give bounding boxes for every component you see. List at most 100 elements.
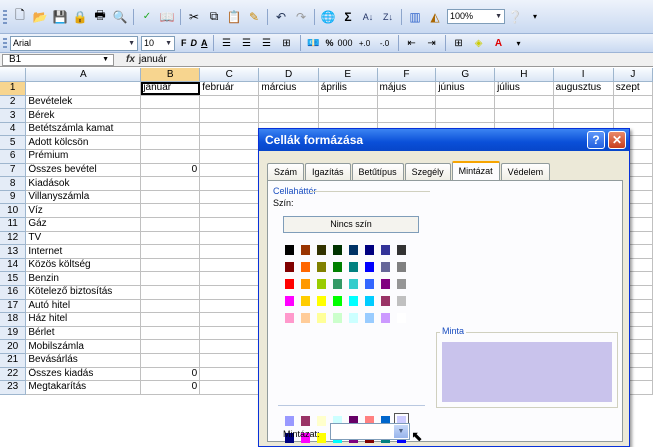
column-header[interactable]: C [199,68,260,83]
cell[interactable]: Benzin [25,271,142,286]
drawing-icon[interactable]: ◭ [426,8,444,26]
cell[interactable]: Mobilszámla [25,339,142,354]
column-header[interactable]: E [318,68,378,83]
row-header[interactable]: 15 [0,271,27,286]
dialog-title-bar[interactable]: Cellák formázása ? ✕ [259,129,629,151]
decrease-decimal-icon[interactable]: -.0 [376,34,394,52]
row-header[interactable]: 2 [0,95,27,110]
column-header[interactable]: H [494,68,554,83]
color-swatch[interactable] [349,296,358,306]
toolbar-options-icon[interactable]: ▾ [510,34,528,52]
fill-color-icon[interactable]: ◈ [470,34,488,52]
cell[interactable]: Víz [25,203,142,219]
research-icon[interactable]: 📖 [158,8,176,26]
cell[interactable]: április [318,81,378,96]
borders-icon[interactable]: ⊞ [450,34,468,52]
cell[interactable] [199,190,260,205]
hyperlink-icon[interactable]: 🌐 [319,8,337,26]
close-button[interactable]: ✕ [608,131,626,149]
color-swatch[interactable] [285,262,294,272]
cell[interactable]: Gáz [25,217,142,232]
color-swatch[interactable] [333,279,342,289]
cell[interactable] [140,108,201,123]
row-header[interactable]: 13 [0,244,27,259]
row-header[interactable]: 23 [0,380,27,395]
row-header[interactable]: 18 [0,312,27,327]
cell[interactable]: 0 [140,380,201,395]
row-header[interactable]: 20 [0,339,27,354]
currency-icon[interactable]: 💶 [305,34,323,52]
cell[interactable]: január [140,81,201,96]
toolbar-grip[interactable] [3,9,7,24]
column-header[interactable]: B [140,68,201,83]
color-swatch[interactable] [317,313,326,323]
cell[interactable] [140,149,201,164]
color-swatch[interactable] [397,296,406,306]
cell[interactable] [199,339,260,354]
toolbar-options-icon[interactable]: ▾ [526,8,544,26]
zoom-select[interactable]: 100% ▼ [447,9,505,24]
column-header[interactable]: D [258,68,319,83]
column-header[interactable]: A [25,68,142,83]
cell[interactable] [140,135,201,151]
color-swatch[interactable] [349,262,358,272]
select-all-corner[interactable] [0,68,27,83]
cell[interactable] [140,203,201,219]
cell[interactable] [140,95,201,110]
color-swatch[interactable] [397,279,406,289]
tab-patterns[interactable]: Mintázat [451,161,500,180]
cell[interactable] [199,163,260,178]
save-icon[interactable]: 💾 [51,8,69,26]
color-swatch[interactable] [301,279,310,289]
increase-indent-icon[interactable]: ⇥ [423,34,441,52]
color-swatch[interactable] [301,262,310,272]
color-swatch[interactable] [349,279,358,289]
cell[interactable] [199,217,260,232]
cell[interactable] [199,135,260,151]
cell[interactable] [140,176,201,191]
row-header[interactable]: 22 [0,367,27,382]
color-swatch[interactable] [381,245,390,255]
color-swatch[interactable] [301,296,310,306]
cell[interactable]: Villanyszámla [25,190,142,205]
color-swatch[interactable] [381,296,390,306]
print-preview-icon[interactable]: 🔍 [111,8,129,26]
column-header[interactable]: F [377,68,437,83]
row-header[interactable]: 10 [0,203,27,219]
row-header[interactable]: 21 [0,353,27,368]
cell[interactable] [199,312,260,327]
sort-desc-icon[interactable]: Z↓ [379,8,397,26]
cell[interactable] [318,95,378,110]
cell[interactable]: Bevásárlás [25,353,142,368]
cell[interactable]: Kötelező biztosítás [25,285,142,300]
cell[interactable] [199,176,260,191]
color-swatch[interactable] [285,416,294,426]
cell[interactable] [140,353,201,368]
color-swatch[interactable] [317,262,326,272]
permission-icon[interactable]: 🔒 [71,8,89,26]
row-header[interactable]: 1 [0,81,27,96]
cut-icon[interactable]: ✂ [185,8,203,26]
tab-alignment[interactable]: Igazítás [305,163,351,180]
cell[interactable] [199,244,260,259]
row-header[interactable]: 12 [0,231,27,246]
color-swatch[interactable] [301,416,310,426]
color-swatch[interactable] [301,245,310,255]
cell[interactable] [199,122,260,137]
row-header[interactable]: 5 [0,135,27,151]
format-painter-icon[interactable]: ✎ [245,8,263,26]
color-swatch[interactable] [317,279,326,289]
row-header[interactable]: 11 [0,217,27,232]
tab-font[interactable]: Betűtípus [351,163,404,180]
align-left-icon[interactable]: ☰ [218,34,236,52]
cell[interactable] [377,95,437,110]
color-swatch[interactable] [381,262,390,272]
color-swatch[interactable] [365,245,374,255]
copy-icon[interactable]: ⧉ [205,8,223,26]
cell[interactable] [494,95,554,110]
font-color-icon[interactable]: A [490,34,508,52]
tab-border[interactable]: Szegély [404,163,451,180]
cell[interactable]: Betétszámla kamat [25,122,142,137]
formula-input[interactable]: január [139,54,167,65]
color-swatch[interactable] [365,313,374,323]
